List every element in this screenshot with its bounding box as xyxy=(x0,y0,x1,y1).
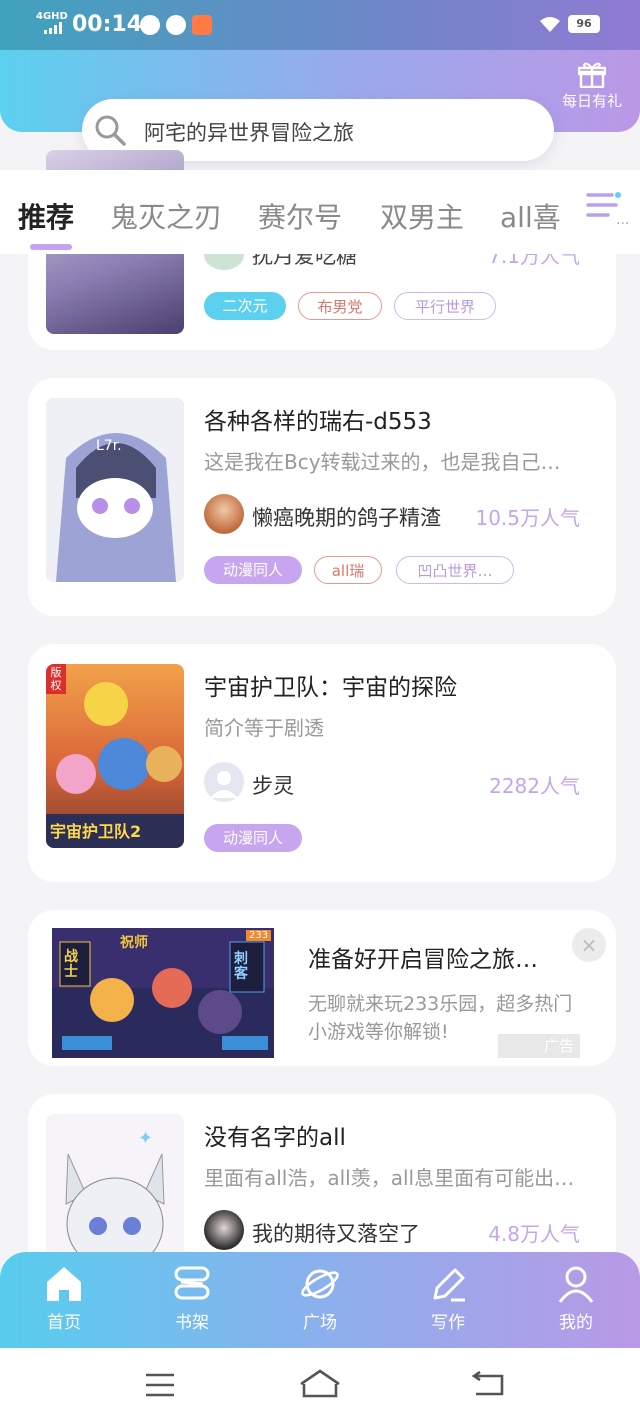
copyright-badge: 版权 xyxy=(46,664,66,694)
author-name: 懒癌晚期的鸽子精渣 xyxy=(252,506,441,530)
popularity: 2282人气 xyxy=(489,774,580,798)
book-title: 各种各样的瑞右-d553 xyxy=(204,409,432,435)
menu-icon[interactable] xyxy=(144,1372,176,1398)
wifi-icon xyxy=(540,17,560,32)
popularity: 4.8万人气 xyxy=(488,1222,580,1246)
book-cover: L7r. xyxy=(46,398,184,582)
daily-gift-button[interactable]: 每日有礼 xyxy=(556,58,628,111)
nav-bookshelf[interactable]: 书架 xyxy=(152,1264,232,1333)
signal-icon xyxy=(44,22,62,34)
book-cover: 宇宙护卫队2 版权 xyxy=(46,664,184,848)
tab-recommend[interactable]: 推荐 xyxy=(18,196,74,236)
tab-more: ... xyxy=(616,212,630,228)
nav-label: 广场 xyxy=(303,1313,337,1333)
search-icon xyxy=(95,115,126,146)
category-tabs: 推荐 鬼灭之刃 赛尔号 双男主 all喜 xyxy=(0,170,640,254)
system-navigation-bar xyxy=(0,1348,640,1422)
person-icon xyxy=(558,1266,594,1303)
book-card[interactable]: 宇宙护卫队2 版权 宇宙护卫队：宇宙的探险 简介等于剧透 步灵 2282人气 动… xyxy=(28,644,616,882)
clock: 00:14 xyxy=(72,12,143,37)
tab-seer[interactable]: 赛尔号 xyxy=(258,196,342,236)
ad-image-label: 祝师 xyxy=(120,935,148,951)
ad-image-label: 刺客 xyxy=(234,951,248,982)
tag[interactable]: 动漫同人 xyxy=(204,556,302,584)
author-avatar xyxy=(204,762,244,802)
ad-title: 准备好开启冒险之旅… xyxy=(308,947,538,973)
svg-text:✦: ✦ xyxy=(138,1128,153,1149)
back-icon[interactable] xyxy=(470,1370,506,1398)
search-placeholder: 阿宅的异世界冒险之旅 xyxy=(144,121,354,145)
author-name: 我的期待又落空了 xyxy=(252,1222,420,1246)
home-icon xyxy=(47,1267,81,1301)
home-button-icon[interactable] xyxy=(298,1368,342,1400)
tag[interactable]: 布男党 xyxy=(298,292,382,320)
nav-me[interactable]: 我的 xyxy=(536,1264,616,1333)
qq-icon xyxy=(140,15,160,35)
author-name: 步灵 xyxy=(252,774,294,798)
popularity: 10.5万人气 xyxy=(475,506,580,530)
active-tab-indicator xyxy=(30,244,72,250)
close-icon[interactable]: × xyxy=(572,928,606,962)
nav-write[interactable]: 写作 xyxy=(408,1264,488,1333)
bottom-navigation: 首页 书架 广场 写作 我的 xyxy=(0,1252,640,1348)
ad-image-label: 233 xyxy=(246,930,272,941)
ad-card[interactable]: 战士 刺客 祝师 233 准备好开启冒险之旅… 无聊就来玩233乐园，超多热门小… xyxy=(28,910,616,1066)
book-description: 里面有all浩，all羡，all息里面有可能出… xyxy=(204,1166,575,1190)
book-title: 没有名字的all xyxy=(204,1125,346,1151)
tab-bl[interactable]: 双男主 xyxy=(380,196,464,236)
compass-icon xyxy=(166,15,186,35)
ad-image: 战士 刺客 祝师 233 xyxy=(52,928,274,1058)
tag[interactable]: 平行世界 xyxy=(394,292,496,320)
nav-label: 写作 xyxy=(431,1313,465,1333)
author-avatar xyxy=(204,1210,244,1250)
battery-icon: 96 xyxy=(568,15,600,33)
nav-label: 首页 xyxy=(47,1313,81,1333)
gift-icon xyxy=(578,62,606,88)
planet-icon xyxy=(301,1269,339,1299)
svg-text:L7r.: L7r. xyxy=(96,438,122,454)
book-description: 这是我在Bcy转载过来的，也是我自己… xyxy=(204,450,561,474)
pen-icon xyxy=(433,1268,465,1302)
cover-title-text: 宇宙护卫队2 xyxy=(50,822,142,841)
ad-badge: 广告 xyxy=(498,1034,580,1058)
cover-illustration: L7r. xyxy=(46,398,184,582)
nav-square[interactable]: 广场 xyxy=(280,1264,360,1333)
tab-all-xi[interactable]: all喜 xyxy=(500,196,561,236)
nav-label: 书架 xyxy=(175,1313,209,1333)
app-notification-icon xyxy=(192,15,212,35)
book-description: 简介等于剧透 xyxy=(204,716,324,740)
book-card[interactable]: L7r. 各种各样的瑞右-d553 这是我在Bcy转载过来的，也是我自己… 懒癌… xyxy=(28,378,616,616)
tag[interactable]: all瑞 xyxy=(314,556,382,584)
author-avatar xyxy=(204,494,244,534)
tag[interactable]: 凹凸世界… xyxy=(396,556,514,584)
bookshelf-icon xyxy=(174,1266,210,1300)
ad-image-label: 战士 xyxy=(64,949,78,980)
book-title: 宇宙护卫队：宇宙的探险 xyxy=(204,675,457,701)
nav-home[interactable]: 首页 xyxy=(24,1264,104,1333)
tag[interactable]: 二次元 xyxy=(204,292,286,320)
gift-label: 每日有礼 xyxy=(561,92,622,110)
tab-demon-slayer[interactable]: 鬼灭之刃 xyxy=(110,196,222,236)
nav-label: 我的 xyxy=(559,1313,593,1333)
tag[interactable]: 动漫同人 xyxy=(204,824,302,852)
network-type: 4GHD xyxy=(36,11,68,22)
status-bar: 4GHD 00:14 96 xyxy=(0,0,640,50)
